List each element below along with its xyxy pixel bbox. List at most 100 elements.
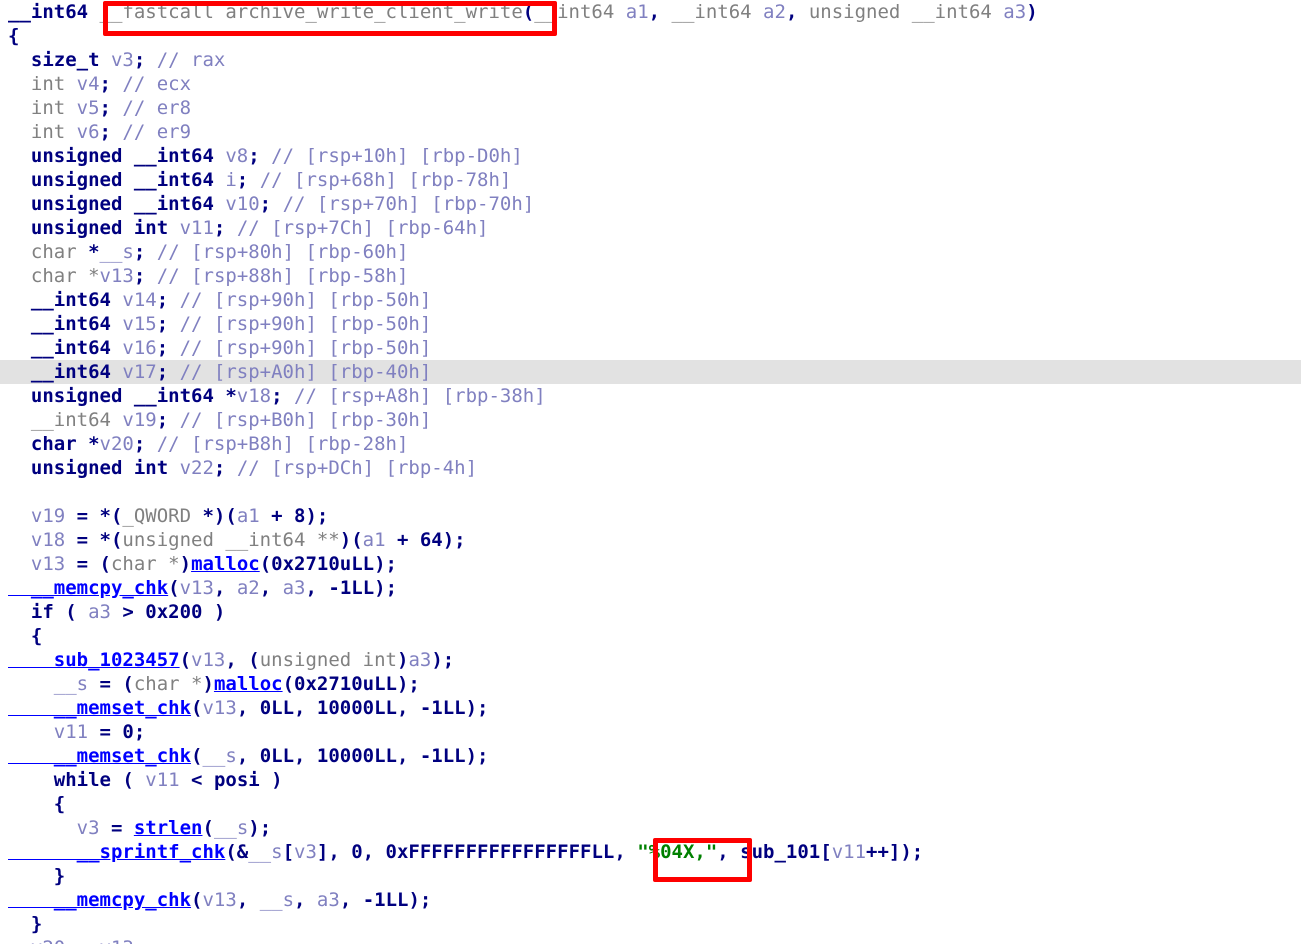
code-token-var: v15 bbox=[122, 313, 157, 335]
code-line[interactable]: { bbox=[0, 792, 1301, 816]
code-line[interactable]: __int64 v16; // [rsp+90h] [rbp-50h] bbox=[0, 336, 1301, 360]
code-line[interactable]: __memset_chk(v13, 0LL, 10000LL, -1LL); bbox=[0, 696, 1301, 720]
code-line[interactable]: unsigned __int64 i; // [rsp+68h] [rbp-78… bbox=[0, 168, 1301, 192]
code-token-kw: [ bbox=[282, 841, 295, 863]
code-token-var: v19 bbox=[8, 505, 66, 527]
code-line[interactable]: { bbox=[0, 24, 1301, 48]
code-token-kw: ; bbox=[213, 457, 237, 479]
code-token-cmt: // ecx bbox=[122, 73, 192, 95]
code-token-kw: [ bbox=[820, 841, 832, 863]
code-line[interactable]: char *v20; // [rsp+B8h] [rbp-28h] bbox=[0, 432, 1301, 456]
code-listing[interactable]: __int64 __fastcall archive_write_client_… bbox=[0, 0, 1301, 944]
code-token-var: v22 bbox=[179, 457, 214, 479]
code-token-kw: , -1LL); bbox=[339, 889, 432, 911]
code-line[interactable]: int v6; // er9 bbox=[0, 120, 1301, 144]
code-line[interactable]: if ( a3 > 0x200 ) bbox=[0, 600, 1301, 624]
code-line[interactable]: __int64 v19; // [rsp+B0h] [rbp-30h] bbox=[0, 408, 1301, 432]
code-token-var: a1 bbox=[236, 505, 260, 527]
code-line[interactable]: char *v13; // [rsp+88h] [rbp-58h] bbox=[0, 264, 1301, 288]
code-token-typ: __int64 bbox=[8, 409, 123, 431]
code-token-var: v3 bbox=[110, 49, 134, 71]
code-token-cmt: // er9 bbox=[122, 121, 192, 143]
code-token-var: a2 bbox=[763, 1, 786, 23]
code-line[interactable]: v3 = strlen(__s); bbox=[0, 816, 1301, 840]
code-token-kw: ; bbox=[156, 337, 180, 359]
code-line[interactable]: char *__s; // [rsp+80h] [rbp-60h] bbox=[0, 240, 1301, 264]
code-token-kw: < bbox=[179, 769, 214, 791]
code-token-kw: unsigned __int64 bbox=[8, 193, 226, 215]
code-token-kw: ); bbox=[248, 817, 272, 839]
code-token-fn: __memset_chk bbox=[8, 745, 192, 767]
code-line[interactable]: __memset_chk(__s, 0LL, 10000LL, -1LL); bbox=[0, 744, 1301, 768]
code-line[interactable]: sub_1023457(v13, (unsigned int)a3); bbox=[0, 648, 1301, 672]
code-token-kw: = bbox=[99, 817, 134, 839]
code-token-fn: malloc bbox=[191, 553, 260, 575]
code-token-typ: char bbox=[8, 241, 89, 263]
code-line[interactable]: __int64 v14; // [rsp+90h] [rbp-50h] bbox=[0, 288, 1301, 312]
code-line[interactable]: unsigned __int64 *v18; // [rsp+A8h] [rbp… bbox=[0, 384, 1301, 408]
code-token-kw: ( bbox=[191, 889, 203, 911]
code-line[interactable]: v13 = (char *)malloc(0x2710uLL); bbox=[0, 552, 1301, 576]
code-token-kw: , bbox=[259, 577, 283, 599]
code-line[interactable]: __int64 v17; // [rsp+A0h] [rbp-40h] bbox=[0, 360, 1301, 384]
code-token-kw: (0x2710uLL); bbox=[282, 673, 420, 695]
code-line[interactable]: int v5; // er8 bbox=[0, 96, 1301, 120]
code-line[interactable]: __memcpy_chk(v13, __s, a3, -1LL); bbox=[0, 888, 1301, 912]
code-token-kw: + 64); bbox=[385, 529, 466, 551]
code-token-cmt: // [rsp+DCh] [rbp-4h] bbox=[236, 457, 478, 479]
code-token-kw: ; bbox=[99, 97, 123, 119]
code-token-fn: __memset_chk bbox=[8, 697, 192, 719]
code-token-kw: > 0x200 ) bbox=[110, 601, 226, 623]
code-token-typ: unsigned __int64 bbox=[808, 1, 1004, 23]
code-token-typ: char * bbox=[110, 553, 180, 575]
code-line[interactable]: __memcpy_chk(v13, a2, a3, -1LL); bbox=[0, 576, 1301, 600]
code-token-kw: ], 0, 0xFFFFFFFFFFFFFFFFLL, bbox=[316, 841, 638, 863]
code-line[interactable]: while ( v11 < posi ) bbox=[0, 768, 1301, 792]
code-line[interactable]: v11 = 0; bbox=[0, 720, 1301, 744]
code-line[interactable]: size_t v3; // rax bbox=[0, 48, 1301, 72]
code-token-typ: char * bbox=[133, 673, 203, 695]
code-token-cmt: // [rsp+A0h] [rbp-40h] bbox=[179, 361, 432, 383]
code-line[interactable]: unsigned __int64 v8; // [rsp+10h] [rbp-D… bbox=[0, 144, 1301, 168]
code-token-cmt: // [rsp+90h] [rbp-50h] bbox=[179, 313, 432, 335]
code-line[interactable]: v18 = *(unsigned __int64 **)(a1 + 64); bbox=[0, 528, 1301, 552]
code-line[interactable]: __sprintf_chk(&__s[v3], 0, 0xFFFFFFFFFFF… bbox=[0, 840, 1301, 864]
code-token-var: v16 bbox=[122, 337, 157, 359]
code-token-cmt: // [rsp+88h] [rbp-58h] bbox=[156, 265, 409, 287]
code-line[interactable]: } bbox=[0, 864, 1301, 888]
code-line[interactable]: __int64 v15; // [rsp+90h] [rbp-50h] bbox=[0, 312, 1301, 336]
code-token-var: v11 bbox=[145, 769, 180, 791]
code-token-cmt: // [rsp+80h] [rbp-60h] bbox=[156, 241, 409, 263]
code-token-kw: , bbox=[785, 1, 809, 23]
code-line[interactable]: int v4; // ecx bbox=[0, 72, 1301, 96]
code-line[interactable]: v20 = v13; bbox=[0, 936, 1301, 944]
code-token-kw: ( bbox=[522, 1, 535, 23]
code-token-typ: __int64 bbox=[671, 1, 764, 23]
code-line[interactable]: __int64 __fastcall archive_write_client_… bbox=[0, 0, 1301, 24]
pseudocode-view[interactable]: __int64 __fastcall archive_write_client_… bbox=[0, 0, 1301, 944]
code-token-kw: unsigned __int64 bbox=[8, 145, 226, 167]
code-line[interactable]: v19 = *(_QWORD *)(a1 + 8); bbox=[0, 504, 1301, 528]
code-token-fn: sub_1023457 bbox=[8, 649, 180, 671]
code-line[interactable]: unsigned int v11; // [rsp+7Ch] [rbp-64h] bbox=[0, 216, 1301, 240]
code-token-cmt: // [rsp+A8h] [rbp-38h] bbox=[294, 385, 546, 407]
code-line[interactable]: { bbox=[0, 624, 1301, 648]
code-token-var: v13 bbox=[191, 649, 226, 671]
code-token-str: "%04X," bbox=[637, 841, 718, 863]
code-token-cmt: // [rsp+B0h] [rbp-30h] bbox=[179, 409, 432, 431]
code-token-var: a3 bbox=[1003, 1, 1027, 23]
code-token-typ: __fastcall bbox=[99, 1, 226, 23]
code-token-kw: ++]); bbox=[866, 841, 924, 863]
code-token-kw: = bbox=[65, 937, 99, 944]
code-line[interactable]: unsigned int v22; // [rsp+DCh] [rbp-4h] bbox=[0, 456, 1301, 480]
code-line[interactable]: unsigned __int64 v10; // [rsp+70h] [rbp-… bbox=[0, 192, 1301, 216]
code-line[interactable]: __s = (char *)malloc(0x2710uLL); bbox=[0, 672, 1301, 696]
code-token-kw: __int64 bbox=[8, 289, 123, 311]
code-token-typ: unsigned __int64 ** bbox=[122, 529, 340, 551]
code-line[interactable]: } bbox=[0, 912, 1301, 936]
code-token-typ: * bbox=[88, 265, 100, 287]
code-token-kw: ); bbox=[431, 649, 455, 671]
code-line[interactable] bbox=[0, 480, 1301, 504]
code-token-kw: ) bbox=[396, 649, 409, 671]
code-token-typ: int bbox=[8, 121, 77, 143]
